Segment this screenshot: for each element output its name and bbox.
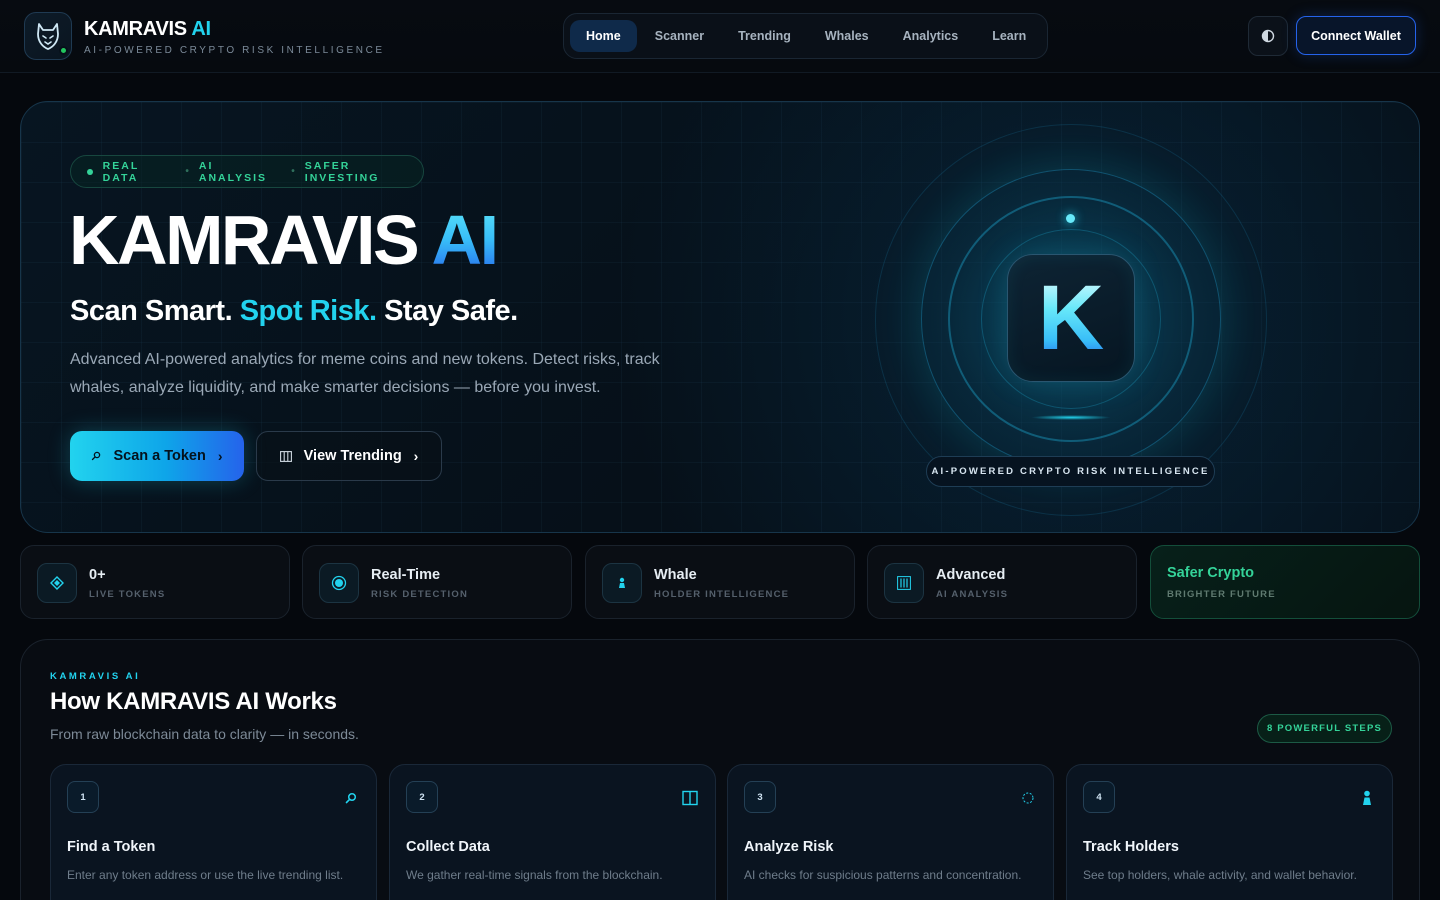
person-icon <box>619 577 625 588</box>
scan-token-label: Scan a Token <box>113 448 206 464</box>
step-description: We gather real-time signals from the blo… <box>406 868 663 882</box>
stat-label: AI ANALYSIS <box>936 589 1009 600</box>
step-title: Find a Token <box>67 839 156 855</box>
steps-count-badge: 8 POWERFUL STEPS <box>1257 714 1392 743</box>
nav-scanner[interactable]: Scanner <box>639 20 720 52</box>
stat-value: Safer Crypto <box>1167 565 1255 581</box>
main-nav: Home Scanner Trending Whales Analytics L… <box>563 13 1048 59</box>
step-title: Collect Data <box>406 839 490 855</box>
target-icon <box>331 575 347 591</box>
brand-subtitle: AI-POWERED CRYPTO RISK INTELLIGENCE <box>84 45 385 56</box>
step-description: Enter any token address or use the live … <box>67 868 344 882</box>
stat-label: RISK DETECTION <box>371 589 469 600</box>
hero-description: Advanced AI-powered analytics for meme c… <box>70 351 660 396</box>
k-emblem: K <box>875 124 1267 516</box>
step-description: See top holders, whale activity, and wal… <box>1083 868 1357 882</box>
step-number: 1 <box>67 781 99 813</box>
stat-card-risk-detection: Real-Time RISK DETECTION <box>302 545 572 619</box>
brand-name: KAMRAVIS <box>84 18 187 40</box>
top-header: KAMRAVIS AI AI-POWERED CRYPTO RISK INTEL… <box>0 0 1440 73</box>
stat-card-whale: Whale HOLDER INTELLIGENCE <box>585 545 855 619</box>
hero-section: REAL DATA • AI ANALYSIS • SAFER INVESTIN… <box>20 101 1420 533</box>
columns-icon <box>681 789 699 807</box>
stat-icon-box <box>602 563 642 603</box>
online-status-dot <box>59 46 68 55</box>
hero-feature-pill: REAL DATA • AI ANALYSIS • SAFER INVESTIN… <box>70 155 424 188</box>
tagline-part-1: Scan Smart. <box>70 295 233 327</box>
connect-wallet-button[interactable]: Connect Wallet <box>1296 16 1416 55</box>
nav-home[interactable]: Home <box>570 20 637 52</box>
step-card-find-token[interactable]: 1 Find a Token Enter any token address o… <box>50 764 377 900</box>
section-title: How KAMRAVIS AI Works <box>50 688 337 715</box>
diamond-icon <box>50 576 64 590</box>
chevron-right-icon: › <box>413 448 419 464</box>
k-letter: K <box>1037 267 1105 369</box>
stat-card-safer-crypto: Safer Crypto BRIGHTER FUTURE <box>1150 545 1420 619</box>
tagline-part-2: Spot Risk. <box>239 295 377 327</box>
hero-title-main: KAMRAVIS <box>69 201 420 279</box>
bars-icon <box>897 576 911 590</box>
fox-shield-logo-icon <box>37 23 59 50</box>
hero-title: KAMRAVIS AI <box>69 201 500 279</box>
hero-tagline: Scan Smart. Spot Risk. Stay Safe. <box>70 295 518 328</box>
status-dot <box>87 168 93 175</box>
pill-item-safer-investing: SAFER INVESTING <box>304 159 380 184</box>
half-moon-icon <box>1261 29 1275 43</box>
stat-icon-box <box>319 563 359 603</box>
step-card-track-holders[interactable]: 4 Track Holders See top holders, whale a… <box>1066 764 1393 900</box>
step-number: 2 <box>406 781 438 813</box>
step-card-analyze-risk[interactable]: 3 Analyze Risk AI checks for suspicious … <box>727 764 1054 900</box>
pill-item-real-data: REAL DATA <box>102 159 140 184</box>
stat-value: Real-Time <box>371 567 441 583</box>
spinner-icon <box>1019 789 1037 807</box>
tagline-part-3: Stay Safe. <box>384 295 518 327</box>
logo-badge[interactable] <box>24 12 72 60</box>
stat-value: Advanced <box>936 567 1006 583</box>
step-card-collect-data[interactable]: 2 Collect Data We gather real-time signa… <box>389 764 716 900</box>
stat-card-advanced: Advanced AI ANALYSIS <box>867 545 1137 619</box>
brand-ai: AI <box>191 18 211 40</box>
emblem-glow <box>1031 415 1111 420</box>
chevron-right-icon: › <box>217 448 223 464</box>
view-trending-button[interactable]: View Trending › <box>256 431 442 481</box>
view-trending-label: View Trending <box>303 448 402 464</box>
stat-value: Whale <box>654 567 697 583</box>
how-it-works-section: KAMRAVIS AI How KAMRAVIS AI Works From r… <box>20 639 1420 900</box>
search-icon <box>92 451 101 461</box>
brand-title[interactable]: KAMRAVIS AI <box>84 18 211 41</box>
pill-separator: • <box>291 166 295 177</box>
emblem-label-pill: AI-POWERED CRYPTO RISK INTELLIGENCE <box>926 456 1215 487</box>
section-subtitle: From raw blockchain data to clarity — in… <box>50 726 359 742</box>
nav-learn[interactable]: Learn <box>976 20 1042 52</box>
scan-token-button[interactable]: Scan a Token › <box>70 431 244 481</box>
search-icon <box>342 789 360 807</box>
nav-trending[interactable]: Trending <box>722 20 807 52</box>
stat-icon-box <box>884 563 924 603</box>
stat-icon-box <box>37 563 77 603</box>
orbit-dot <box>1066 214 1075 223</box>
stat-label: LIVE TOKENS <box>89 589 166 600</box>
step-title: Track Holders <box>1083 839 1179 855</box>
person-icon <box>1358 789 1376 807</box>
stat-card-live-tokens: 0+ LIVE TOKENS <box>20 545 290 619</box>
k-logo-tile: K <box>1007 254 1135 382</box>
nav-whales[interactable]: Whales <box>809 20 885 52</box>
hero-title-ai: AI <box>431 201 500 279</box>
step-number: 3 <box>744 781 776 813</box>
step-description: AI checks for suspicious patterns and co… <box>744 868 1022 882</box>
pill-separator: • <box>185 166 189 177</box>
columns-icon <box>279 450 292 462</box>
step-number: 4 <box>1083 781 1115 813</box>
stat-label: HOLDER INTELLIGENCE <box>654 589 790 600</box>
pill-item-ai-analysis: AI ANALYSIS <box>198 159 268 184</box>
theme-toggle-button[interactable] <box>1248 16 1288 56</box>
step-title: Analyze Risk <box>744 839 834 855</box>
stat-label: BRIGHTER FUTURE <box>1167 589 1276 600</box>
nav-analytics[interactable]: Analytics <box>887 20 975 52</box>
stat-value: 0+ <box>89 567 106 583</box>
section-eyebrow: KAMRAVIS AI <box>50 671 141 682</box>
